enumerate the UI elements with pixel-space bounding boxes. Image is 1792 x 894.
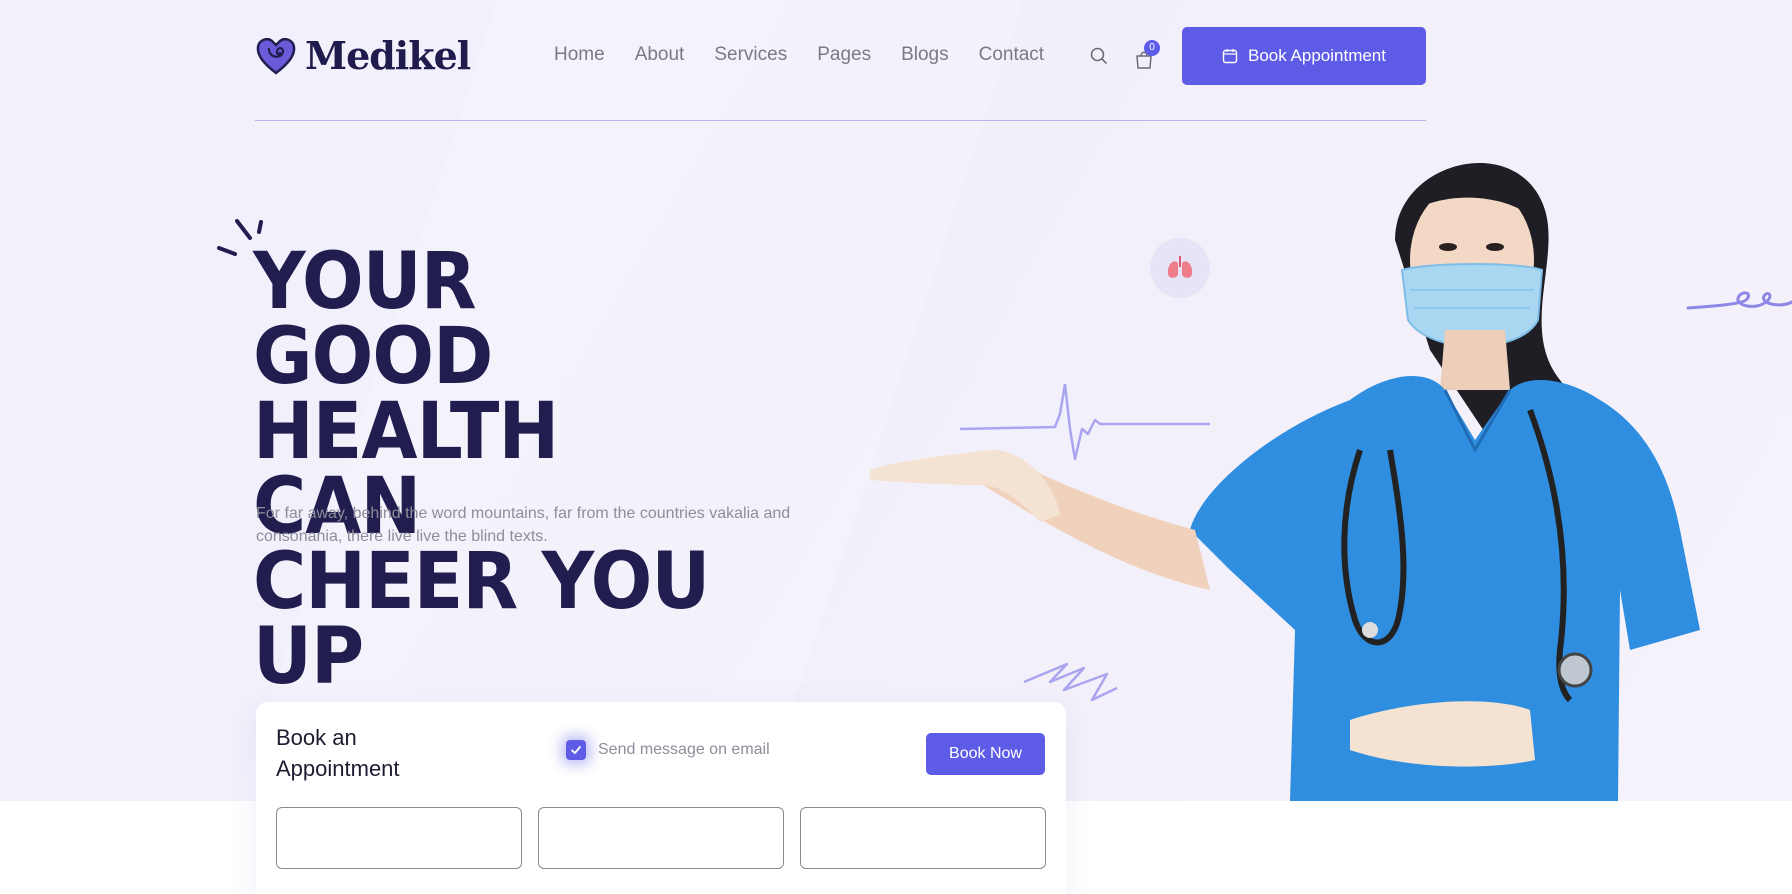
- appointment-field-1[interactable]: [276, 807, 522, 869]
- brand-name: Medikel: [305, 33, 471, 78]
- nav-about[interactable]: About: [635, 44, 685, 66]
- appointment-title: Book an Appointment: [276, 725, 400, 781]
- hero-section: Medikel Home About Services Pages Blogs …: [0, 0, 1792, 801]
- email-checkbox-row[interactable]: Send message on email: [566, 740, 770, 760]
- cart-count-badge: 0: [1144, 40, 1160, 56]
- book-appointment-label: Book Appointment: [1248, 46, 1386, 65]
- headline-line: YOUR GOOD: [253, 237, 493, 402]
- hero-headline: YOUR GOOD HEALTH CAN CHEER YOU UP: [253, 237, 737, 702]
- brand-logo[interactable]: Medikel: [255, 33, 471, 78]
- main-nav: Home About Services Pages Blogs Contact: [554, 44, 1074, 66]
- appointment-field-2[interactable]: [538, 807, 784, 869]
- email-checkbox-label: Send message on email: [598, 741, 770, 758]
- nav-pages[interactable]: Pages: [817, 44, 871, 66]
- hero-subtext: For far away, behind the word mountains,…: [256, 505, 791, 545]
- book-appointment-button[interactable]: Book Appointment: [1182, 27, 1426, 85]
- nav-services[interactable]: Services: [714, 44, 787, 66]
- search-icon[interactable]: [1089, 46, 1109, 66]
- calendar-icon: [1222, 49, 1238, 64]
- nav-blogs[interactable]: Blogs: [901, 44, 949, 66]
- nav-contact[interactable]: Contact: [979, 44, 1044, 66]
- book-now-button[interactable]: Book Now: [926, 733, 1045, 775]
- header-divider: [255, 120, 1426, 121]
- heart-logo-icon: [256, 37, 296, 75]
- appointment-card: Book an Appointment Send message on emai…: [256, 702, 1066, 894]
- appointment-field-3[interactable]: [800, 807, 1046, 869]
- nav-home[interactable]: Home: [554, 44, 605, 66]
- headline-line: CHEER YOU UP: [253, 537, 710, 702]
- check-icon: [571, 746, 581, 754]
- email-checkbox[interactable]: [566, 740, 586, 760]
- cart-button[interactable]: 0: [1134, 40, 1162, 70]
